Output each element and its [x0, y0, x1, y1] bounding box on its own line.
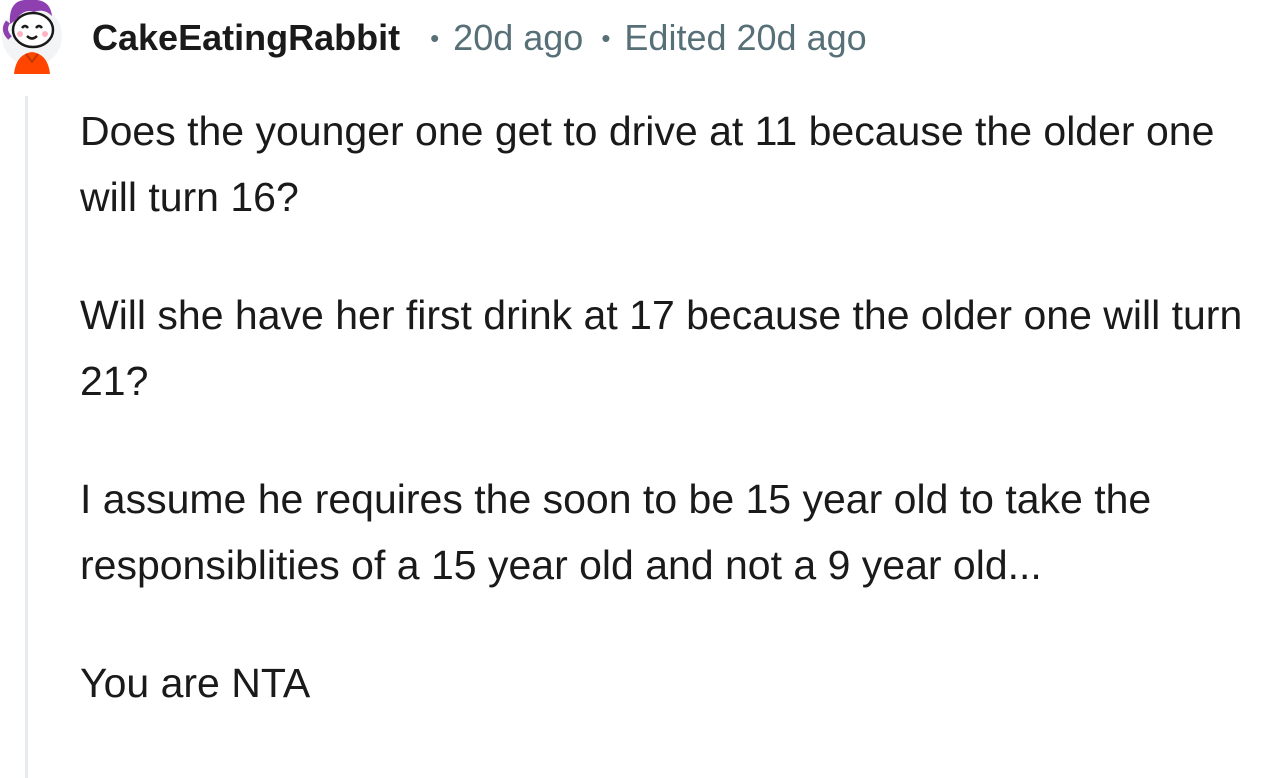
comment-paragraph: You are NTA [80, 660, 311, 706]
avatar[interactable] [0, 0, 64, 74]
comment-paragraph: I assume he requires the soon to be 15 y… [80, 476, 1152, 588]
comment-paragraph: Does the younger one get to drive at 11 … [80, 108, 1215, 220]
snoo-avatar-icon [2, 0, 62, 74]
author-username[interactable]: CakeEatingRabbit [92, 17, 400, 59]
comment-body: Does the younger one get to drive at 11 … [80, 98, 1260, 768]
comment-meta: CakeEatingRabbit • 20d ago • Edited 20d … [92, 16, 867, 60]
comment-timestamp[interactable]: 20d ago [453, 17, 583, 59]
thread-line[interactable] [25, 96, 28, 778]
edited-timestamp: Edited 20d ago [624, 17, 867, 58]
comment: CakeEatingRabbit • 20d ago • Edited 20d … [0, 0, 1263, 778]
meta-separator: • [601, 22, 611, 53]
meta-separator: • [430, 22, 440, 53]
comment-paragraph: Will she have her first drink at 17 beca… [80, 292, 1243, 404]
